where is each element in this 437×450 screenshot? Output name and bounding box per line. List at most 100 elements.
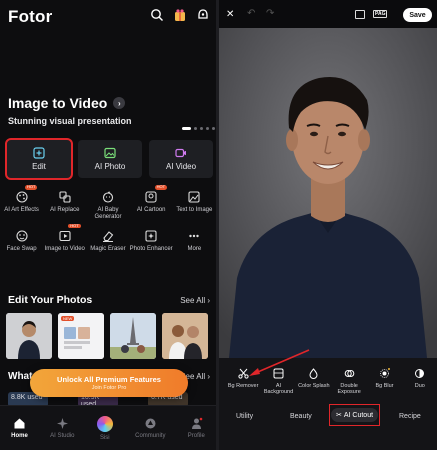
text-image-icon bbox=[188, 191, 200, 203]
tab-sisi[interactable]: Sisi bbox=[96, 415, 113, 441]
chevron-right-icon[interactable]: › bbox=[113, 97, 126, 109]
home-icon bbox=[14, 418, 25, 429]
tab-ai-cutout[interactable]: ✂ AI Cutout bbox=[329, 404, 380, 426]
tool-ai-cartoon[interactable]: HOT AI Cartoon bbox=[130, 184, 173, 221]
hot-badge: HOT bbox=[154, 184, 168, 190]
pag-button[interactable]: PAG bbox=[373, 10, 388, 18]
tool-magic-eraser[interactable]: Magic Eraser bbox=[86, 229, 129, 253]
redo-icon[interactable]: ↷ bbox=[266, 8, 274, 19]
tool-label: AI Baby Generator bbox=[94, 207, 122, 220]
hero-banner[interactable]: Image to Video › bbox=[8, 95, 126, 111]
tab-home[interactable]: Home bbox=[11, 417, 28, 439]
gift-icon[interactable] bbox=[173, 8, 187, 22]
screen: Fotor Image to Video › Stunning visual p… bbox=[0, 0, 437, 450]
blur-icon bbox=[380, 368, 390, 378]
premium-promo-button[interactable]: Unlock All Premium Features Join Fotor P… bbox=[30, 369, 188, 397]
ai-video-button[interactable]: AI Video bbox=[149, 140, 213, 178]
header-actions bbox=[150, 8, 210, 22]
edit-button[interactable]: Edit bbox=[5, 138, 73, 180]
see-all-link[interactable]: See All › bbox=[180, 296, 210, 305]
tool-label: Duo bbox=[414, 383, 425, 389]
face-swap-icon bbox=[16, 230, 28, 242]
profile-icon bbox=[191, 417, 203, 429]
tool-label: Text to Image bbox=[176, 207, 213, 213]
bottom-tab-bar: Home AI Studio Sisi Community Profile bbox=[0, 405, 216, 450]
search-icon[interactable] bbox=[150, 8, 164, 22]
whats-new-title: What bbox=[8, 371, 33, 382]
tab-profile[interactable]: Profile bbox=[188, 417, 205, 439]
tab-label: Profile bbox=[187, 433, 205, 439]
community-icon bbox=[145, 418, 156, 429]
tab-community[interactable]: Community bbox=[135, 417, 165, 439]
tool-label: Image to Video bbox=[44, 245, 85, 252]
tool-image-to-video[interactable]: HOT Image to Video bbox=[43, 223, 86, 253]
carousel-indicator bbox=[182, 127, 215, 130]
photo-editor-panel: ✕ ↶ ↷ PAG Save Bg Remover AI Background … bbox=[219, 0, 437, 450]
image-compare-icon[interactable] bbox=[355, 10, 365, 19]
thumbnail-couple[interactable] bbox=[162, 313, 208, 359]
fotor-home-panel: Fotor Image to Video › Stunning visual p… bbox=[0, 0, 216, 450]
tool-duo[interactable]: Duo bbox=[403, 358, 437, 398]
tool-face-swap[interactable]: Face Swap bbox=[0, 229, 43, 253]
edit-photos-title: Edit Your Photos bbox=[8, 294, 93, 306]
hot-badge: HOT bbox=[68, 222, 81, 229]
tool-ai-art-effects[interactable]: HOT AI Art Effects bbox=[0, 184, 43, 221]
tool-label: Magic Eraser bbox=[90, 245, 126, 252]
baby-icon bbox=[102, 191, 114, 203]
tool-more[interactable]: More bbox=[173, 229, 216, 253]
tab-label: Home bbox=[11, 433, 28, 439]
tool-label: Bg Remover bbox=[227, 383, 259, 389]
undo-icon[interactable]: ↶ bbox=[247, 8, 255, 19]
sisi-icon bbox=[96, 415, 113, 432]
close-icon[interactable]: ✕ bbox=[226, 9, 234, 20]
thumbnail-collage[interactable]: NEW bbox=[58, 313, 104, 359]
photo-thumbnails: NEW bbox=[6, 313, 208, 359]
tool-ai-replace[interactable]: AI Replace bbox=[43, 190, 86, 221]
tool-double-exposure[interactable]: Double Exposure bbox=[332, 358, 366, 398]
save-button[interactable]: Save bbox=[403, 8, 432, 22]
promo-title: Unlock All Premium Features bbox=[57, 375, 161, 384]
image-icon bbox=[104, 147, 116, 159]
double-exposure-icon bbox=[344, 370, 354, 377]
thumbnail-portrait[interactable] bbox=[6, 313, 52, 359]
editor-toolbar: ✕ ↶ ↷ PAG Save bbox=[219, 0, 437, 28]
tool-label: AI Background bbox=[263, 383, 294, 396]
scissors-icon: ✂ bbox=[335, 412, 342, 419]
ai-photo-button[interactable]: AI Photo bbox=[78, 140, 142, 178]
tool-ai-baby-generator[interactable]: AI Baby Generator bbox=[86, 190, 129, 221]
tool-label: Bg Blur bbox=[375, 383, 394, 389]
tool-label: AI Replace bbox=[50, 207, 80, 213]
ai-cutout-pill: ✂ AI Cutout bbox=[330, 408, 379, 422]
tool-text-to-image[interactable]: Text to Image bbox=[173, 190, 216, 221]
art-icon bbox=[16, 191, 28, 203]
photo-canvas[interactable] bbox=[219, 28, 437, 358]
tool-label: AI Art Effects bbox=[4, 207, 39, 213]
more-icon bbox=[189, 234, 200, 237]
tool-label: More bbox=[187, 245, 202, 252]
tool-grid: HOT AI Art Effects AI Replace AI Baby Ge… bbox=[0, 184, 216, 253]
pointer-arrow bbox=[249, 349, 310, 376]
feature-row: Edit AI Photo AI Video bbox=[5, 138, 213, 180]
new-badge: NEW bbox=[61, 316, 75, 321]
tool-label: AI Cartoon bbox=[136, 207, 166, 213]
enhancer-icon bbox=[145, 230, 157, 242]
tab-label: AI Studio bbox=[50, 433, 75, 439]
tool-label: Color Splash bbox=[298, 383, 330, 389]
duo-icon bbox=[415, 369, 425, 378]
tab-utility[interactable]: Utility bbox=[236, 413, 253, 420]
tab-ai-studio[interactable]: AI Studio bbox=[50, 417, 75, 439]
ai-photo-label: AI Photo bbox=[94, 162, 126, 171]
tab-label: Sisi bbox=[99, 434, 110, 441]
edit-label: Edit bbox=[32, 162, 46, 171]
tab-recipe[interactable]: Recipe bbox=[399, 413, 421, 420]
tool-bg-blur[interactable]: Bg Blur bbox=[367, 358, 401, 398]
tool-label: Photo Enhancer bbox=[129, 245, 173, 252]
tool-photo-enhancer[interactable]: Photo Enhancer bbox=[130, 229, 173, 253]
tab-beauty[interactable]: Beauty bbox=[290, 413, 312, 420]
see-all-label: See All bbox=[180, 296, 206, 305]
notification-icon[interactable] bbox=[196, 8, 210, 22]
video-icon bbox=[175, 148, 186, 158]
thumbnail-paris[interactable] bbox=[110, 313, 156, 359]
ai-studio-icon bbox=[56, 418, 68, 429]
promo-subtitle: Join Fotor Pro bbox=[91, 385, 127, 391]
